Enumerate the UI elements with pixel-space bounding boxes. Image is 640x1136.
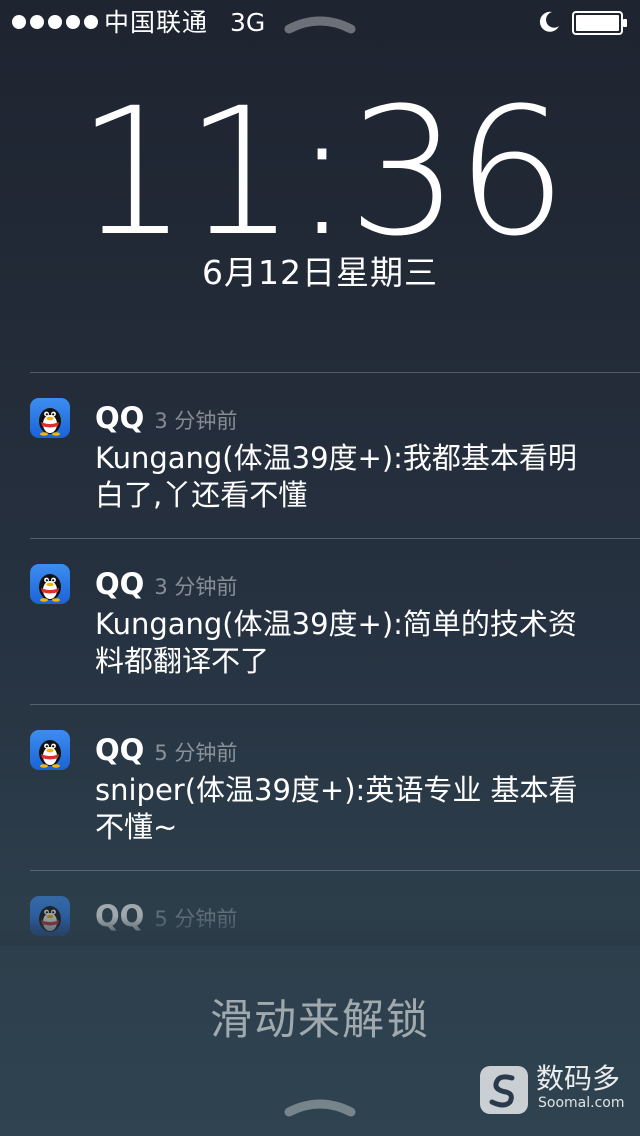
signal-strength-icon	[12, 15, 98, 29]
notification-time: 5 分钟前	[154, 741, 238, 765]
qq-penguin-icon	[30, 564, 70, 604]
lock-screen-clock: 11:36	[76, 70, 567, 275]
notification-app-name: QQ	[95, 401, 145, 435]
qq-penguin-icon	[30, 730, 70, 770]
control-center-grabber-icon[interactable]	[283, 1092, 357, 1120]
notification-divider	[30, 870, 640, 871]
qq-penguin-icon	[30, 398, 70, 438]
lock-screen-date: 6月12日星期三	[202, 253, 438, 292]
watermark: 数码多 Soomal.com	[480, 1064, 630, 1116]
notification-message: Kungang(体温39度+):简单的技术资料都翻译不了	[95, 607, 577, 678]
status-bar: 中国联通 3G	[0, 0, 640, 46]
notification-app-name: QQ	[95, 567, 145, 601]
notification-list-fade	[0, 916, 640, 946]
network-type: 3G	[230, 8, 266, 37]
watermark-text: 数码多	[536, 1062, 621, 1095]
battery-icon	[572, 11, 627, 35]
notification-divider	[30, 538, 640, 539]
notification-app-name: QQ	[95, 733, 145, 767]
moon-icon	[539, 11, 559, 32]
notification-center-grabber-icon[interactable]	[283, 11, 357, 37]
notification-divider	[30, 704, 640, 705]
slide-to-unlock[interactable]: 滑动来解锁	[0, 992, 640, 1048]
watermark-logo-icon	[480, 1066, 528, 1114]
notification-time: 3 分钟前	[154, 575, 238, 599]
notification-message: sniper(体温39度+):英语专业 基本看不懂~	[95, 773, 578, 844]
notification-time: 3 分钟前	[154, 409, 238, 433]
carrier-name: 中国联通	[104, 8, 209, 37]
notification-divider	[30, 372, 640, 373]
watermark-url: Soomal.com	[538, 1095, 625, 1111]
notification-message: Kungang(体温39度+):我都基本看明白了,丫还看不懂	[95, 441, 577, 512]
